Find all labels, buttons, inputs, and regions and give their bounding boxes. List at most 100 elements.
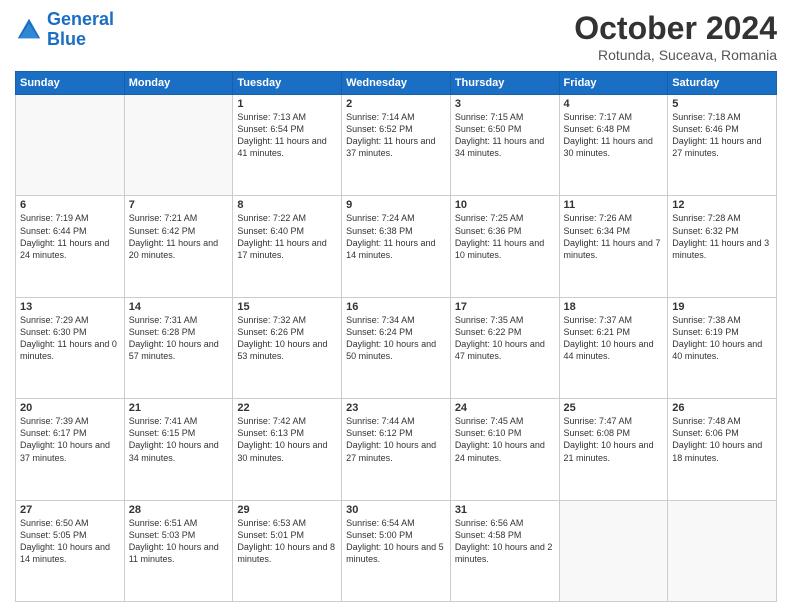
calendar-cell: 31Sunrise: 6:56 AM Sunset: 4:58 PM Dayli… [450,500,559,601]
calendar-cell: 22Sunrise: 7:42 AM Sunset: 6:13 PM Dayli… [233,399,342,500]
calendar-week-row: 27Sunrise: 6:50 AM Sunset: 5:05 PM Dayli… [16,500,777,601]
calendar-cell: 28Sunrise: 6:51 AM Sunset: 5:03 PM Dayli… [124,500,233,601]
day-number: 4 [564,98,664,110]
day-info: Sunrise: 6:50 AM Sunset: 5:05 PM Dayligh… [20,517,120,566]
calendar-week-row: 20Sunrise: 7:39 AM Sunset: 6:17 PM Dayli… [16,399,777,500]
day-info: Sunrise: 7:38 AM Sunset: 6:19 PM Dayligh… [672,314,772,363]
day-info: Sunrise: 7:26 AM Sunset: 6:34 PM Dayligh… [564,212,664,261]
title-section: October 2024 Rotunda, Suceava, Romania [574,10,777,63]
calendar-cell: 20Sunrise: 7:39 AM Sunset: 6:17 PM Dayli… [16,399,125,500]
day-number: 13 [20,301,120,313]
logo: General Blue [15,10,114,50]
day-number: 22 [237,402,337,414]
weekday-header: Sunday [16,72,125,95]
day-number: 21 [129,402,229,414]
weekday-header: Wednesday [342,72,451,95]
day-number: 20 [20,402,120,414]
day-info: Sunrise: 6:51 AM Sunset: 5:03 PM Dayligh… [129,517,229,566]
calendar-week-row: 13Sunrise: 7:29 AM Sunset: 6:30 PM Dayli… [16,297,777,398]
calendar-cell: 4Sunrise: 7:17 AM Sunset: 6:48 PM Daylig… [559,95,668,196]
calendar-cell [16,95,125,196]
calendar-cell [124,95,233,196]
calendar-cell: 10Sunrise: 7:25 AM Sunset: 6:36 PM Dayli… [450,196,559,297]
page: General Blue October 2024 Rotunda, Sucea… [0,0,792,612]
day-info: Sunrise: 6:54 AM Sunset: 5:00 PM Dayligh… [346,517,446,566]
calendar-week-row: 6Sunrise: 7:19 AM Sunset: 6:44 PM Daylig… [16,196,777,297]
day-number: 5 [672,98,772,110]
day-info: Sunrise: 7:14 AM Sunset: 6:52 PM Dayligh… [346,111,446,160]
day-info: Sunrise: 7:31 AM Sunset: 6:28 PM Dayligh… [129,314,229,363]
weekday-header: Tuesday [233,72,342,95]
calendar-cell: 11Sunrise: 7:26 AM Sunset: 6:34 PM Dayli… [559,196,668,297]
day-number: 27 [20,504,120,516]
day-info: Sunrise: 7:42 AM Sunset: 6:13 PM Dayligh… [237,415,337,464]
location-subtitle: Rotunda, Suceava, Romania [574,47,777,63]
day-info: Sunrise: 7:39 AM Sunset: 6:17 PM Dayligh… [20,415,120,464]
calendar-cell: 6Sunrise: 7:19 AM Sunset: 6:44 PM Daylig… [16,196,125,297]
calendar-header-row: SundayMondayTuesdayWednesdayThursdayFrid… [16,72,777,95]
day-info: Sunrise: 7:29 AM Sunset: 6:30 PM Dayligh… [20,314,120,363]
calendar-cell: 7Sunrise: 7:21 AM Sunset: 6:42 PM Daylig… [124,196,233,297]
calendar-cell: 18Sunrise: 7:37 AM Sunset: 6:21 PM Dayli… [559,297,668,398]
day-number: 8 [237,199,337,211]
calendar-cell: 29Sunrise: 6:53 AM Sunset: 5:01 PM Dayli… [233,500,342,601]
day-info: Sunrise: 7:13 AM Sunset: 6:54 PM Dayligh… [237,111,337,160]
logo-blue: Blue [47,29,86,49]
calendar-cell: 25Sunrise: 7:47 AM Sunset: 6:08 PM Dayli… [559,399,668,500]
calendar-cell: 13Sunrise: 7:29 AM Sunset: 6:30 PM Dayli… [16,297,125,398]
logo-icon [15,16,43,44]
day-info: Sunrise: 7:34 AM Sunset: 6:24 PM Dayligh… [346,314,446,363]
calendar-cell: 1Sunrise: 7:13 AM Sunset: 6:54 PM Daylig… [233,95,342,196]
day-info: Sunrise: 7:19 AM Sunset: 6:44 PM Dayligh… [20,212,120,261]
day-number: 11 [564,199,664,211]
calendar-cell: 30Sunrise: 6:54 AM Sunset: 5:00 PM Dayli… [342,500,451,601]
day-number: 3 [455,98,555,110]
day-info: Sunrise: 7:47 AM Sunset: 6:08 PM Dayligh… [564,415,664,464]
day-number: 24 [455,402,555,414]
weekday-header: Thursday [450,72,559,95]
day-number: 31 [455,504,555,516]
calendar-cell: 8Sunrise: 7:22 AM Sunset: 6:40 PM Daylig… [233,196,342,297]
day-info: Sunrise: 7:28 AM Sunset: 6:32 PM Dayligh… [672,212,772,261]
day-number: 29 [237,504,337,516]
calendar-cell [559,500,668,601]
day-info: Sunrise: 7:22 AM Sunset: 6:40 PM Dayligh… [237,212,337,261]
day-number: 23 [346,402,446,414]
day-number: 28 [129,504,229,516]
calendar-cell: 27Sunrise: 6:50 AM Sunset: 5:05 PM Dayli… [16,500,125,601]
logo-general: General [47,9,114,29]
day-info: Sunrise: 7:41 AM Sunset: 6:15 PM Dayligh… [129,415,229,464]
day-info: Sunrise: 7:17 AM Sunset: 6:48 PM Dayligh… [564,111,664,160]
calendar-cell: 15Sunrise: 7:32 AM Sunset: 6:26 PM Dayli… [233,297,342,398]
day-info: Sunrise: 7:44 AM Sunset: 6:12 PM Dayligh… [346,415,446,464]
day-number: 12 [672,199,772,211]
day-info: Sunrise: 7:48 AM Sunset: 6:06 PM Dayligh… [672,415,772,464]
day-number: 14 [129,301,229,313]
day-number: 10 [455,199,555,211]
day-number: 2 [346,98,446,110]
calendar: SundayMondayTuesdayWednesdayThursdayFrid… [15,71,777,602]
header: General Blue October 2024 Rotunda, Sucea… [15,10,777,63]
day-info: Sunrise: 7:25 AM Sunset: 6:36 PM Dayligh… [455,212,555,261]
day-number: 17 [455,301,555,313]
day-info: Sunrise: 7:18 AM Sunset: 6:46 PM Dayligh… [672,111,772,160]
day-info: Sunrise: 7:32 AM Sunset: 6:26 PM Dayligh… [237,314,337,363]
day-info: Sunrise: 7:15 AM Sunset: 6:50 PM Dayligh… [455,111,555,160]
weekday-header: Monday [124,72,233,95]
calendar-cell: 26Sunrise: 7:48 AM Sunset: 6:06 PM Dayli… [668,399,777,500]
calendar-cell: 19Sunrise: 7:38 AM Sunset: 6:19 PM Dayli… [668,297,777,398]
calendar-cell: 2Sunrise: 7:14 AM Sunset: 6:52 PM Daylig… [342,95,451,196]
calendar-cell: 24Sunrise: 7:45 AM Sunset: 6:10 PM Dayli… [450,399,559,500]
logo-text: General Blue [47,10,114,50]
day-number: 15 [237,301,337,313]
day-info: Sunrise: 7:35 AM Sunset: 6:22 PM Dayligh… [455,314,555,363]
day-number: 16 [346,301,446,313]
day-number: 25 [564,402,664,414]
calendar-cell: 23Sunrise: 7:44 AM Sunset: 6:12 PM Dayli… [342,399,451,500]
day-info: Sunrise: 7:24 AM Sunset: 6:38 PM Dayligh… [346,212,446,261]
weekday-header: Friday [559,72,668,95]
calendar-cell: 5Sunrise: 7:18 AM Sunset: 6:46 PM Daylig… [668,95,777,196]
day-number: 6 [20,199,120,211]
day-info: Sunrise: 6:53 AM Sunset: 5:01 PM Dayligh… [237,517,337,566]
day-info: Sunrise: 7:45 AM Sunset: 6:10 PM Dayligh… [455,415,555,464]
